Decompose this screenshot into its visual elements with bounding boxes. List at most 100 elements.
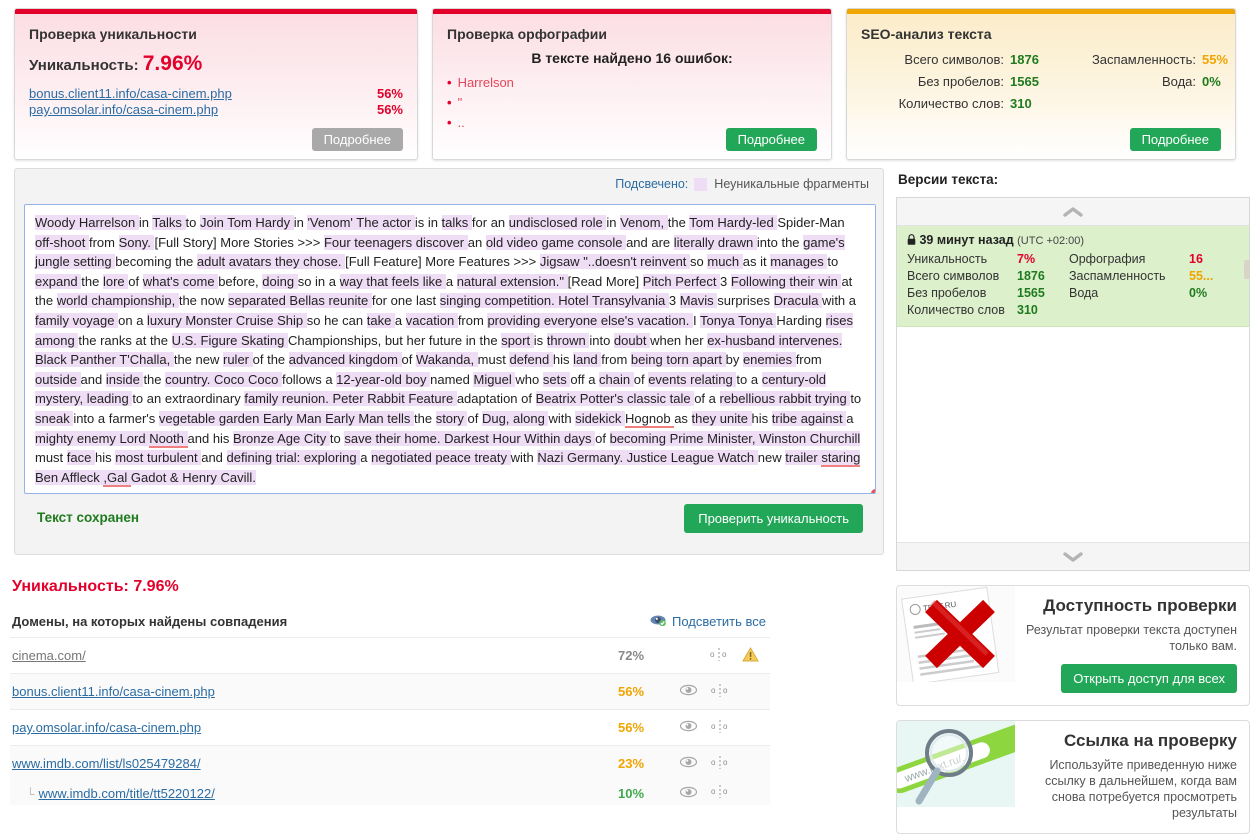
editor-text-content[interactable]: Woody Harrelson in Talks to Join Tom Har… xyxy=(35,213,865,487)
compare-icon[interactable]: οο xyxy=(711,683,729,700)
check-uniqueness-button[interactable]: Проверить уникальность xyxy=(684,504,863,533)
eye-icon xyxy=(650,614,666,629)
resize-handle-dot[interactable] xyxy=(871,489,875,493)
result-percent: 72% xyxy=(618,648,645,663)
version-stat-label: Вода xyxy=(1069,286,1099,300)
compare-icon[interactable]: ο ο xyxy=(710,647,728,664)
spelling-error-text: " xyxy=(457,95,463,110)
uniqueness-card-title: Проверка уникальности xyxy=(29,26,197,42)
bullet-icon: • xyxy=(447,95,452,110)
version-stat-label: Заспамленность xyxy=(1069,269,1166,283)
result-percent: 56% xyxy=(618,684,645,699)
uniqueness-domain-pct-2: 56% xyxy=(376,102,403,117)
seo-stat-value: 55% xyxy=(1202,52,1229,67)
promo-availability-body: Доступность проверки Результат проверки … xyxy=(1015,586,1249,705)
version-timestamp: 39 минут назад (UTC +02:00) xyxy=(907,233,1239,247)
uniqueness-domain-pct-1: 56% xyxy=(376,86,403,101)
table-row[interactable]: bonus.client11.info/casa-cinem.php 56% ο… xyxy=(10,673,770,709)
legend-swatch-nonunique xyxy=(694,177,708,191)
promo-link-body: Ссылка на проверку Используйте приведенн… xyxy=(1015,721,1249,833)
seo-stat-value: 1565 xyxy=(1010,74,1039,89)
uniqueness-value-row: Уникальность: 7.96% xyxy=(29,52,403,76)
seo-stat-label: Количество слов: xyxy=(898,96,1004,111)
version-item[interactable]: 39 минут назад (UTC +02:00) Уникальность… xyxy=(897,226,1250,327)
svg-text:ο: ο xyxy=(723,686,728,695)
result-url[interactable]: cinema.com/ xyxy=(12,648,618,663)
uniqueness-more-button[interactable]: Подробнее xyxy=(311,128,403,151)
magnifier-over-url-bar-icon: www.text.ru/... xyxy=(897,721,1015,833)
highlight-all-button[interactable]: Подсветить все xyxy=(650,614,766,629)
version-stat-value: 1876 xyxy=(1017,269,1045,283)
version-stat-label: Без пробелов xyxy=(907,286,987,300)
version-stat-value: 7% xyxy=(1017,252,1036,266)
svg-text:ο: ο xyxy=(711,686,716,695)
svg-text:ο: ο xyxy=(723,758,728,767)
version-stat-value: 1565 xyxy=(1017,286,1045,300)
results-columns-label: Домены, на которых найдены совпадения xyxy=(12,614,288,629)
seo-stat-value: 1876 xyxy=(1010,52,1039,67)
versions-scroll-up-button[interactable] xyxy=(897,198,1249,226)
tree-branch-icon: └ xyxy=(26,786,35,801)
version-stat-value: 0% xyxy=(1189,286,1208,300)
versions-title: Версии текста: xyxy=(898,172,999,187)
eye-icon[interactable] xyxy=(679,720,698,735)
svg-text:ο: ο xyxy=(722,650,727,659)
result-url-link[interactable]: pay.omsolar.info/casa-cinem.php xyxy=(12,720,201,735)
saved-status-message: Текст сохранен xyxy=(37,510,140,525)
version-stat-label: Количество слов xyxy=(907,303,1005,317)
result-url-link[interactable]: cinema.com/ xyxy=(12,648,86,663)
result-url[interactable]: bonus.client11.info/casa-cinem.php xyxy=(12,684,618,699)
version-utc-text: (UTC +02:00) xyxy=(1017,235,1085,247)
versions-scroll-down-button[interactable] xyxy=(897,542,1249,570)
summary-cards-row: Проверка уникальности Уникальность: 7.96… xyxy=(0,0,1250,168)
compare-icon[interactable]: οο xyxy=(711,719,729,736)
result-row-icons: οο xyxy=(679,755,766,772)
uniqueness-domain-link-1[interactable]: bonus.client11.info/casa-cinem.php xyxy=(29,86,232,101)
result-percent: 56% xyxy=(618,720,645,735)
seo-card-title: SEO-анализ текста xyxy=(861,26,992,42)
result-row-icons: οο xyxy=(679,785,766,801)
version-close-button[interactable]: × xyxy=(1244,260,1250,279)
open-access-button[interactable]: Открыть доступ для всех xyxy=(1061,664,1237,693)
highlight-legend: Подсвечено: Неуникальные фрагменты xyxy=(15,169,883,199)
chevron-down-icon xyxy=(1063,551,1083,562)
version-stat-value: 310 xyxy=(1017,303,1038,317)
spelling-more-button[interactable]: Подробнее xyxy=(725,128,817,151)
promo-heading: Ссылка на проверку xyxy=(1063,731,1237,750)
chevron-up-icon xyxy=(1063,206,1083,217)
warning-icon[interactable] xyxy=(742,646,759,665)
eye-icon[interactable] xyxy=(679,684,698,699)
lock-icon xyxy=(907,233,919,247)
seo-more-button[interactable]: Подробнее xyxy=(1129,128,1221,151)
result-url[interactable]: pay.omsolar.info/casa-cinem.php xyxy=(12,720,618,735)
table-row[interactable]: └ www.imdb.com/title/tt5220122/ 10% οο xyxy=(10,781,770,805)
eye-icon[interactable] xyxy=(679,756,698,771)
svg-text:ο: ο xyxy=(723,722,728,731)
result-percent: 23% xyxy=(618,756,645,771)
uniqueness-value: 7.96% xyxy=(142,52,203,75)
results-title: Уникальность: 7.96% xyxy=(12,578,179,595)
promo-heading: Доступность проверки xyxy=(1043,596,1237,615)
result-url-link[interactable]: www.imdb.com/list/ls025479284/ xyxy=(12,756,201,771)
result-url[interactable]: www.imdb.com/list/ls025479284/ xyxy=(12,756,618,771)
result-row-icons: ο ο xyxy=(680,646,766,665)
bullet-icon: • xyxy=(447,75,452,90)
document-with-red-cross-icon: TEXT.RU xyxy=(897,586,1015,705)
spelling-error-text: .. xyxy=(457,115,465,130)
spelling-error-item: • " xyxy=(447,94,817,112)
result-url-link[interactable]: bonus.client11.info/casa-cinem.php xyxy=(12,684,215,699)
uniqueness-domain-link-2[interactable]: pay.omsolar.info/casa-cinem.php xyxy=(29,102,218,117)
promo-card-link: www.text.ru/... Ссылка на проверку Испол… xyxy=(896,720,1250,834)
table-row[interactable]: cinema.com/ 72% ο ο xyxy=(10,637,770,673)
table-row[interactable]: www.imdb.com/list/ls025479284/ 23% οο xyxy=(10,745,770,781)
results-header-row: Домены, на которых найдены совпадения По… xyxy=(10,614,770,637)
compare-icon[interactable]: οο xyxy=(711,785,729,801)
text-input-area[interactable]: Woody Harrelson in Talks to Join Tom Har… xyxy=(24,204,876,494)
spelling-error-text: Harrelson xyxy=(457,75,514,90)
seo-stat-label: Заспамленность: xyxy=(1091,52,1196,67)
spelling-card-title: Проверка орфографии xyxy=(447,26,607,42)
table-row[interactable]: pay.omsolar.info/casa-cinem.php 56% οο xyxy=(10,709,770,745)
promo-text: Используйте приведенную ниже ссылку в да… xyxy=(1045,758,1237,820)
svg-text:ο: ο xyxy=(711,758,716,767)
compare-icon[interactable]: οο xyxy=(711,755,729,772)
